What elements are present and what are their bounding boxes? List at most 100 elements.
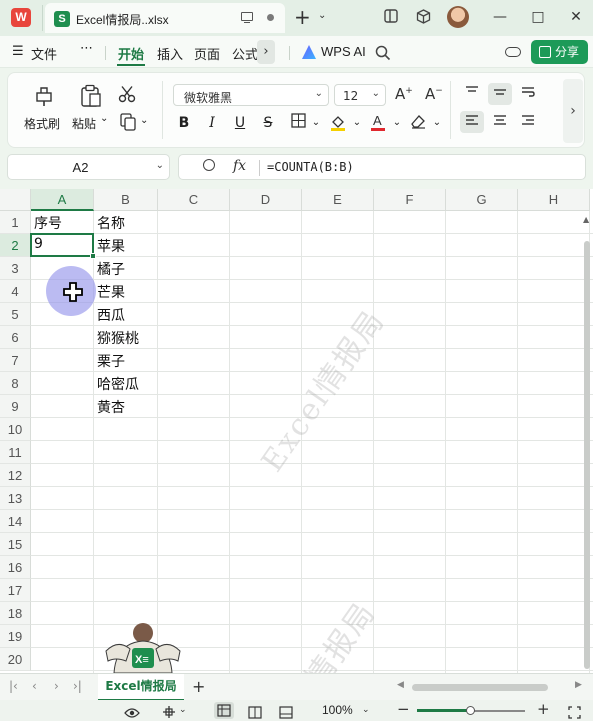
name-box[interactable]: A2 ⌄ [7,154,170,180]
last-sheet-icon[interactable]: ›| [73,679,82,693]
more-menu-icon[interactable]: ⋯ [80,41,93,56]
search-icon[interactable] [375,45,391,65]
vertical-scrollbar[interactable] [584,241,590,669]
cell-b4[interactable]: 芒果 [97,282,125,302]
row-header-9[interactable]: 9 [0,395,31,418]
cell-b1[interactable]: 名称 [97,213,125,233]
menu-scroll-right-button[interactable]: › [257,40,275,64]
add-sheet-button[interactable]: + [192,677,205,696]
row-header-16[interactable]: 16 [0,556,31,579]
row-header-4[interactable]: 4 [0,280,31,303]
zoom-out-button[interactable]: − [397,700,410,718]
unsaved-dot-icon[interactable] [267,14,274,21]
wrap-text-icon[interactable] [516,83,540,105]
scroll-up-icon[interactable]: ▲ [583,215,589,224]
cell-b2[interactable]: 苹果 [97,236,125,256]
copy-icon[interactable] [120,113,142,135]
move-icon[interactable] [162,704,176,721]
decrease-font-icon[interactable]: A− [425,85,443,103]
border-chevron-icon[interactable]: ⌄ [306,113,326,133]
minimize-button[interactable]: — [490,7,510,27]
copy-chevron-icon[interactable]: ⌄ [140,115,148,126]
document-tab[interactable]: S Excel情报局..xlsx [45,3,285,33]
row-header-13[interactable]: 13 [0,487,31,510]
row-header-5[interactable]: 5 [0,303,31,326]
first-sheet-icon[interactable]: |‹ [9,679,18,693]
formula-text[interactable]: =COUNTA(B:B) [267,160,354,174]
hamburger-menu-icon[interactable]: ☰ [12,44,24,59]
chevron-down-icon[interactable]: ⌄ [156,160,164,171]
fill-color-icon[interactable] [328,113,348,133]
monitor-icon[interactable] [241,12,253,24]
zoom-chevron-icon[interactable]: ⌄ [362,705,370,715]
ribbon-scroll-right-button[interactable]: › [563,79,583,143]
tab-formula[interactable]: 公式 [232,44,258,63]
column-header-f[interactable]: F [374,189,446,211]
tab-insert[interactable]: 插入 [157,44,183,63]
row-header-14[interactable]: 14 [0,510,31,533]
cell-b3[interactable]: 橘子 [97,259,125,279]
paste-chevron-icon[interactable]: ⌄ [100,113,108,124]
tab-home[interactable]: 开始 [118,44,144,63]
column-header-a[interactable]: A [31,189,94,211]
clear-format-chevron-icon[interactable]: ⌄ [427,113,447,133]
tab-page[interactable]: 页面 [194,44,220,63]
eye-icon[interactable] [124,704,140,721]
align-left-icon[interactable] [460,111,484,133]
paste-label[interactable]: 粘贴 [72,115,96,132]
font-name-select[interactable]: 微软雅黑 ⌄ [173,84,329,106]
spreadsheet-grid[interactable]: ABCDEFGH 1 2 3 4 5 6 7 8 9 10 11 12 13 14 15 16 17 18 19 20… [0,189,593,673]
row-header-15[interactable]: 15 [0,533,31,556]
wps-ai-button[interactable]: WPS AI [321,44,366,59]
user-avatar[interactable] [447,6,469,28]
row-header-7[interactable]: 7 [0,349,31,372]
prev-sheet-icon[interactable]: ‹ [32,679,37,693]
cloud-icon[interactable] [505,47,521,57]
zoom-level[interactable]: 100% [322,703,353,717]
fill-handle[interactable] [90,253,96,259]
move-chevron-icon[interactable]: ⌄ [179,705,187,715]
row-header-17[interactable]: 17 [0,579,31,602]
format-painter-label[interactable]: 格式刷 [24,115,60,132]
column-header-b[interactable]: B [94,189,158,211]
new-tab-button[interactable]: + [294,5,311,29]
cell-a1[interactable]: 序号 [34,213,62,233]
page-layout-icon[interactable] [248,704,262,721]
font-color-chevron-icon[interactable]: ⌄ [387,113,407,133]
share-button[interactable]: 分享 [531,40,588,64]
align-center-icon[interactable] [488,111,512,133]
cube-icon[interactable] [415,9,431,25]
scroll-left-icon[interactable]: ◀ [397,680,404,690]
align-middle-icon[interactable] [488,83,512,105]
fill-chevron-icon[interactable]: ⌄ [347,113,367,133]
column-header-d[interactable]: D [230,189,302,211]
clear-format-icon[interactable] [408,113,428,133]
border-icon[interactable] [288,113,308,133]
next-sheet-icon[interactable]: › [54,679,59,693]
row-header-1[interactable]: 1 [0,211,31,234]
font-color-icon[interactable]: A [368,113,388,133]
column-header-e[interactable]: E [302,189,374,211]
select-all-corner[interactable] [0,189,31,211]
maximize-button[interactable]: □ [528,7,548,27]
zoom-formula-icon[interactable] [203,159,215,171]
tab-list-chevron-icon[interactable]: ⌄ [318,10,326,21]
row-header-10[interactable]: 10 [0,418,31,441]
row-header-8[interactable]: 8 [0,372,31,395]
underline-button[interactable]: U [230,113,250,133]
row-header-18[interactable]: 18 [0,602,31,625]
strikethrough-button[interactable]: S [258,113,278,133]
cell-b5[interactable]: 西瓜 [97,305,125,325]
row-header-3[interactable]: 3 [0,257,31,280]
row-header-2[interactable]: 2 [0,234,31,257]
sheet-tab-active[interactable]: Excel情报局 [98,674,184,701]
layout-icon[interactable] [383,9,399,25]
cell-b7[interactable]: 栗子 [97,351,125,371]
close-button[interactable]: ✕ [566,7,586,27]
cell-area[interactable]: 序号 名称 9 苹果 橘子 芒果 西瓜 猕猴桃 栗子 哈密瓜 黄杏 [30,211,593,673]
column-header-c[interactable]: C [158,189,230,211]
paste-icon[interactable] [80,84,102,107]
scroll-right-icon[interactable]: ▶ [575,680,582,690]
font-size-select[interactable]: 12 ⌄ [334,84,386,106]
row-header-6[interactable]: 6 [0,326,31,349]
